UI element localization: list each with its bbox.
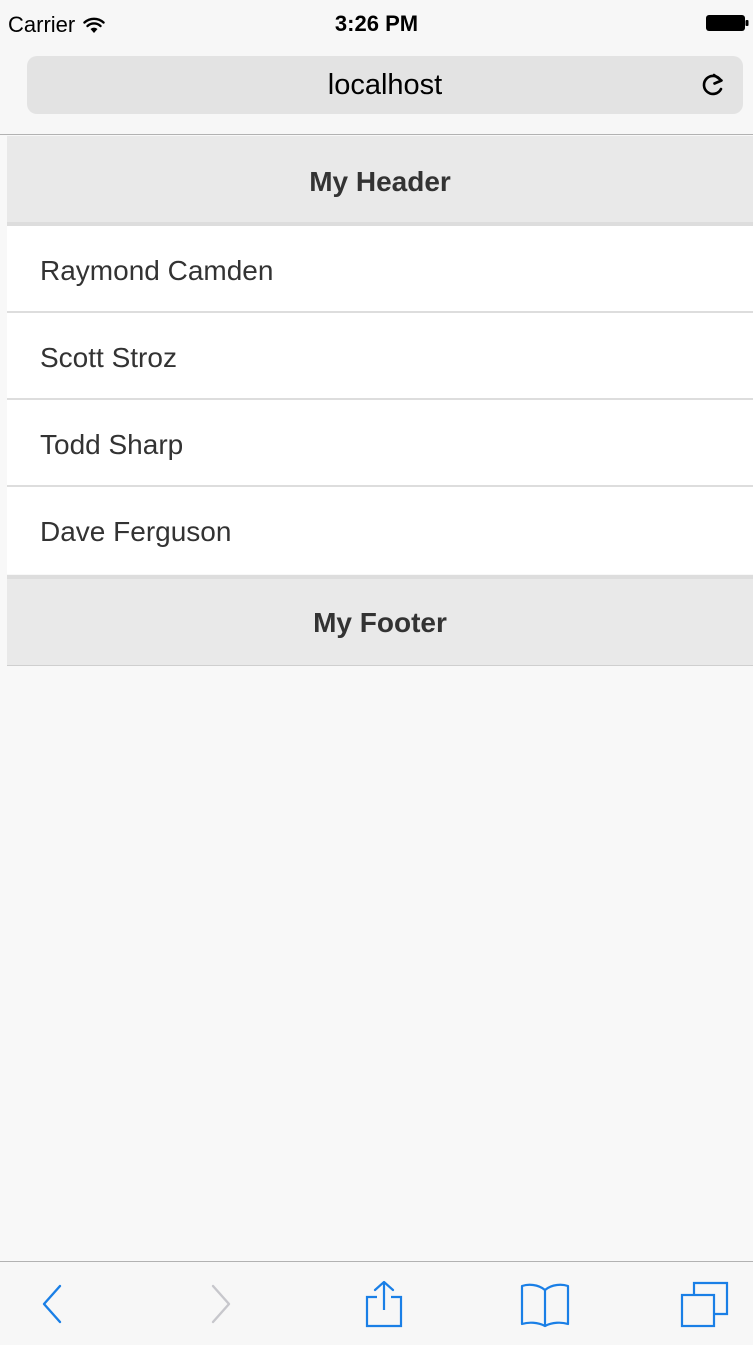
- forward-icon[interactable]: [207, 1280, 235, 1328]
- status-time: 3:26 PM: [334, 11, 419, 36]
- list-item[interactable]: Dave Ferguson: [7, 487, 753, 574]
- status-bar: Carrier 3:26 PM: [0, 0, 753, 44]
- list-item-label: Dave Ferguson: [40, 516, 232, 547]
- page-footer-title: My Footer: [313, 607, 447, 638]
- bookmarks-icon[interactable]: [519, 1280, 571, 1328]
- tabs-icon[interactable]: [680, 1280, 730, 1328]
- browser-chrome: localhost: [0, 44, 753, 135]
- list-item-label: Raymond Camden: [40, 255, 274, 286]
- list-item-label: Scott Stroz: [40, 342, 177, 373]
- list-item[interactable]: Raymond Camden: [7, 226, 753, 313]
- back-icon[interactable]: [38, 1280, 66, 1328]
- address-bar[interactable]: localhost: [27, 56, 743, 114]
- page-footer: My Footer: [7, 575, 753, 666]
- list-item-label: Todd Sharp: [40, 429, 184, 460]
- listview: Raymond Camden Scott Stroz Todd Sharp Da…: [7, 226, 753, 574]
- browser-toolbar: [0, 1261, 753, 1345]
- battery-icon: [706, 15, 749, 31]
- share-icon[interactable]: [363, 1280, 405, 1328]
- list-item[interactable]: Todd Sharp: [7, 400, 753, 487]
- list-item[interactable]: Scott Stroz: [7, 313, 753, 400]
- address-text[interactable]: localhost: [27, 69, 743, 102]
- page-header: My Header: [7, 136, 753, 226]
- page-header-title: My Header: [309, 166, 451, 197]
- reload-icon[interactable]: [699, 71, 727, 99]
